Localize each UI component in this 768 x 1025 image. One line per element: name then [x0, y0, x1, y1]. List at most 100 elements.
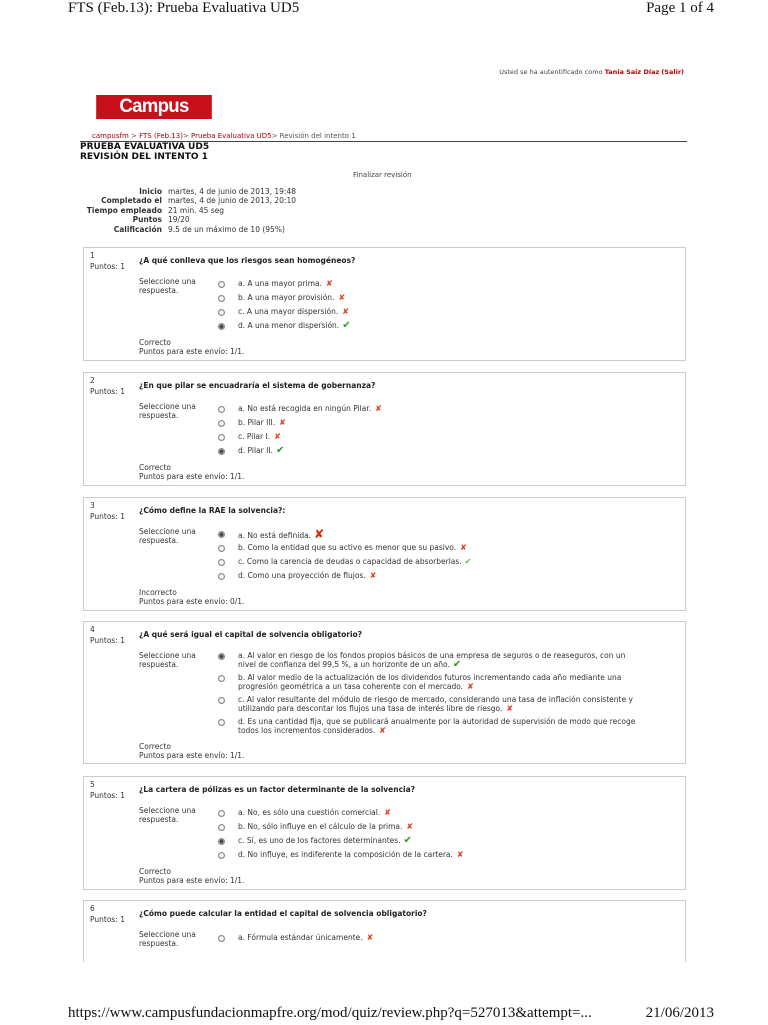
finish-review-link[interactable]: Finalizar revisión: [353, 171, 412, 179]
question-result: Correcto Puntos para este envío: 1/1.: [139, 463, 244, 482]
breadcrumb-current: Revisión del intento 1: [279, 132, 356, 140]
radio-button[interactable]: [218, 935, 225, 942]
summary-row: Puntos 19/20: [132, 215, 190, 225]
question-number: 3: [90, 501, 95, 510]
wrong-icon: ✘: [467, 681, 474, 691]
breadcrumb-home[interactable]: campusfm: [92, 132, 129, 140]
question-points: Puntos: 1: [90, 915, 126, 924]
result-status: Correcto: [139, 463, 171, 472]
breadcrumb: campusfm > FTS (Feb.13)> Prueba Evaluati…: [92, 132, 356, 140]
check-icon: ✔: [464, 557, 472, 566]
result-score: Puntos para este envío: 1/1.: [139, 876, 245, 886]
radio-button[interactable]: [218, 281, 225, 288]
question-points: Puntos: 1: [90, 636, 126, 645]
result-score: Puntos para este envío: 1/1.: [139, 472, 245, 482]
user-link[interactable]: Tania Saiz Díaz: [605, 68, 660, 76]
wrong-icon: ✘: [366, 933, 374, 942]
result-score: Puntos para este envío: 0/1.: [139, 597, 245, 607]
radio-button[interactable]: [218, 559, 225, 566]
answer-prompt: Seleccione una respuesta.: [139, 277, 196, 295]
auth-info: Usted se ha autentificado como Tania Sai…: [499, 68, 684, 76]
result-status: Incorrecto: [139, 588, 177, 597]
answer-prompt: Seleccione una respuesta.: [139, 651, 196, 669]
question-3: 3 Puntos: 1 ¿Cómo define la RAE la solve…: [83, 497, 686, 611]
radio-button-selected[interactable]: [218, 323, 225, 330]
question-1: 1 Puntos: 1 ¿A qué conlleva que los ries…: [83, 247, 686, 361]
radio-button[interactable]: [218, 697, 225, 704]
wrong-icon: ✘: [279, 418, 286, 427]
wrong-icon: ✘: [325, 279, 333, 288]
logout-link[interactable]: (Salir): [661, 68, 684, 76]
question-points: Puntos: 1: [90, 262, 126, 271]
print-date: 21/06/2013: [645, 1005, 714, 1021]
radio-button[interactable]: [218, 824, 225, 831]
question-6: 6 Puntos: 1 ¿Cómo puede calcular la enti…: [83, 900, 686, 962]
question-text: ¿En que pilar se encuadraría el sistema …: [139, 381, 376, 390]
radio-button[interactable]: [218, 675, 225, 682]
radio-button[interactable]: [218, 719, 225, 726]
question-result: Correcto Puntos para este envío: 1/1.: [139, 338, 244, 357]
wrong-icon: ✘: [338, 293, 346, 302]
question-number: 4: [90, 625, 95, 634]
question-text: ¿Cómo puede calcular la entidad el capit…: [139, 909, 427, 918]
wrong-icon: ✘: [460, 543, 467, 552]
wrong-icon: ✘: [406, 822, 414, 831]
question-number: 2: [90, 376, 95, 385]
result-status: Correcto: [139, 742, 171, 751]
wrong-icon: ✘: [379, 725, 386, 735]
question-points: Puntos: 1: [90, 512, 126, 521]
question-points: Puntos: 1: [90, 791, 126, 800]
result-score: Puntos para este envío: 1/1.: [139, 751, 245, 761]
auth-prefix: Usted se ha autentificado como: [499, 68, 603, 76]
radio-button-selected[interactable]: [218, 448, 225, 455]
radio-button[interactable]: [218, 309, 225, 316]
question-points: Puntos: 1: [90, 387, 126, 396]
wrong-icon: ✘: [342, 307, 349, 316]
radio-button[interactable]: [218, 295, 225, 302]
radio-button[interactable]: [218, 434, 225, 441]
check-icon: ✔: [342, 320, 351, 331]
result-score: Puntos para este envío: 1/1.: [139, 347, 245, 357]
wrong-icon: ✘: [274, 432, 281, 441]
attempt-summary: Inicio martes, 4 de junio de 2013, 19:48 …: [80, 187, 296, 234]
question-text: ¿Cómo define la RAE la solvencia?:: [139, 506, 286, 515]
question-result: Incorrecto Puntos para este envío: 0/1.: [139, 588, 244, 607]
question-2: 2 Puntos: 1 ¿En que pilar se encuadraría…: [83, 372, 686, 486]
summary-row: Completado el martes, 4 de junio de 2013,…: [101, 196, 297, 206]
result-status: Correcto: [139, 867, 171, 876]
summary-row: Calificación 9.5 de un máximo de 10 (95%): [113, 224, 285, 234]
radio-button[interactable]: [218, 852, 225, 859]
breadcrumb-quiz[interactable]: Prueba Evaluativa UD5: [191, 132, 272, 140]
radio-button[interactable]: [218, 420, 225, 427]
wrong-icon: ✘: [369, 571, 377, 580]
question-4: 4 Puntos: 1 ¿A qué será igual el capital…: [83, 621, 686, 764]
summary-row: Inicio martes, 4 de junio de 2013, 19:48: [139, 187, 297, 196]
wrong-icon: ✘: [375, 404, 382, 413]
print-footer: https://www.campusfundacionmapfre.org/mo…: [0, 1005, 768, 1025]
question-5: 5 Puntos: 1 ¿La cartera de pólizas es un…: [83, 776, 686, 890]
radio-button[interactable]: [218, 406, 225, 413]
radio-button-selected[interactable]: [218, 531, 225, 538]
answer-prompt: Seleccione una respuesta.: [139, 930, 196, 948]
question-number: 6: [90, 904, 95, 913]
print-url: https://www.campusfundacionmapfre.org/mo…: [68, 1005, 592, 1021]
wrong-icon: ✘: [506, 703, 514, 713]
question-result: Correcto Puntos para este envío: 1/1.: [139, 742, 244, 761]
breadcrumb-course[interactable]: FTS (Feb.13): [139, 132, 183, 140]
summary-row: Tiempo empleado 21 min. 45 seg: [86, 205, 225, 215]
question-number: 5: [90, 780, 95, 789]
wrong-icon: ✘: [384, 808, 391, 817]
radio-button-selected[interactable]: [218, 838, 225, 845]
print-title: FTS (Feb.13): Prueba Evaluativa UD5: [68, 0, 300, 16]
question-result: Correcto Puntos para este envío: 1/1.: [139, 867, 244, 886]
page-title: PRUEBA EVALUATIVA UD5 REVISIÓN DEL INTEN…: [80, 142, 209, 162]
campus-virtual-logo[interactable]: Campus virtual: [96, 95, 212, 141]
radio-button-selected[interactable]: [218, 653, 225, 660]
attempt-title: REVISIÓN DEL INTENTO 1: [80, 151, 208, 162]
radio-button[interactable]: [218, 810, 225, 817]
radio-button[interactable]: [218, 545, 225, 552]
radio-button[interactable]: [218, 573, 225, 580]
answer-prompt: Seleccione una respuesta.: [139, 402, 196, 420]
question-text: ¿A qué conlleva que los riesgos sean hom…: [139, 256, 356, 265]
question-number: 1: [90, 251, 95, 260]
